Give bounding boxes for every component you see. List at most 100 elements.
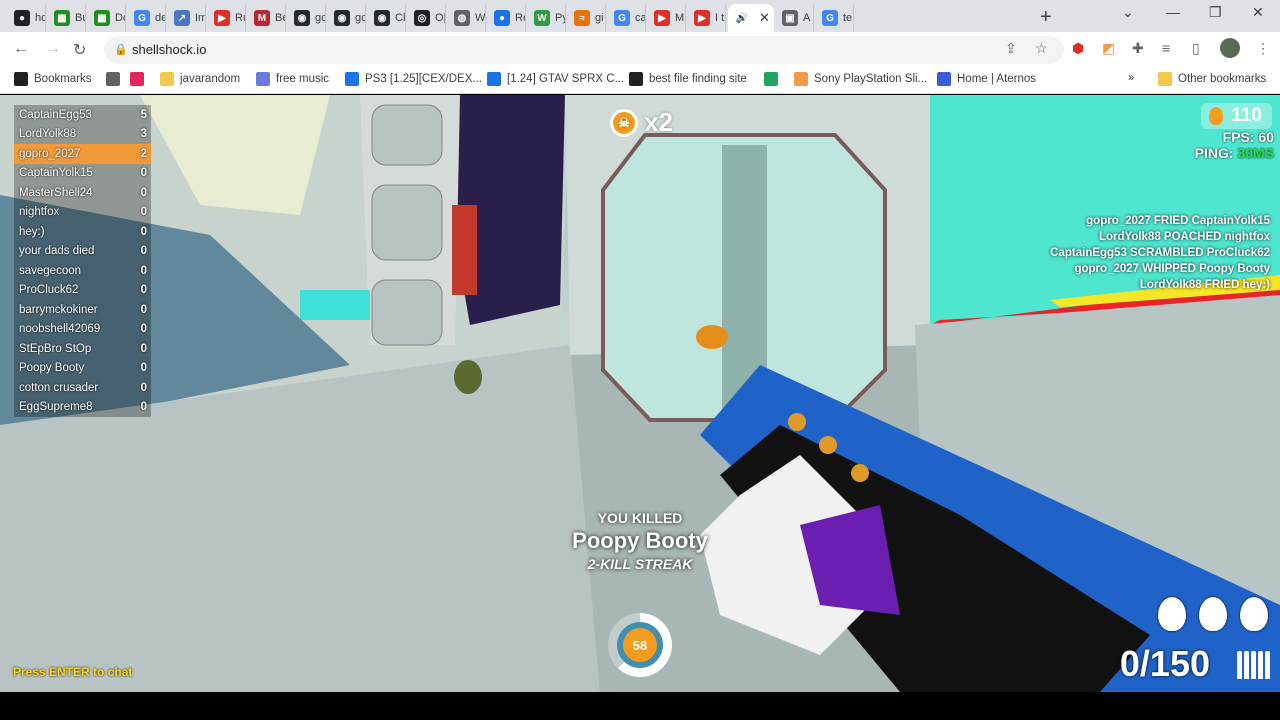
scoreboard-row: CaptainYolk15 0 [14, 163, 151, 183]
player-score: 0 [140, 284, 147, 297]
tab-title: hc [35, 12, 46, 24]
bookmark-item[interactable]: Bookmarks [14, 72, 92, 86]
forward-button[interactable]: → [45, 40, 61, 58]
close-window-button[interactable]: ✕ [1252, 4, 1264, 21]
fps-readout: FPS: 60 [1195, 129, 1274, 145]
pillar-panel [371, 279, 443, 346]
browser-tab[interactable]: Gte [816, 4, 854, 32]
tab-favicon-icon: ◎ [414, 10, 430, 26]
browser-tab[interactable]: ◍ W [448, 4, 486, 32]
browser-tab[interactable]: ▦ Dc [88, 4, 126, 32]
back-button[interactable]: ← [13, 40, 29, 58]
tab-title: Py [555, 12, 565, 24]
tab-active-audio[interactable]: 🔊 ✕ [728, 4, 774, 32]
browser-toolbar: ← → ↻ 🔒 shellshock.io ⇪ ☆ ⬢ ◩ ✚ ≡ ▯ ⋮ [0, 32, 1280, 66]
bookmark-favicon-icon [345, 72, 359, 86]
tab-title: M [675, 12, 685, 24]
extensions-puzzle-icon[interactable]: ✚ [1132, 40, 1144, 57]
tab-title: Im [195, 12, 205, 24]
other-bookmarks-folder[interactable]: Other bookmarks [1158, 72, 1266, 86]
player-score: 0 [140, 225, 147, 238]
bookmark-favicon-icon [14, 72, 28, 86]
browser-tab[interactable]: ◉ gc [328, 4, 366, 32]
bookmark-star-icon[interactable]: ☆ [1035, 40, 1048, 57]
game-viewport[interactable]: CaptainEgg53 5 LordYolk88 3 gopro_2027 2 Capta… [0, 95, 1280, 692]
bookmarks-overflow-button[interactable]: » [1128, 72, 1134, 84]
bookmark-favicon-icon [629, 72, 643, 86]
bookmark-favicon-icon [160, 72, 174, 86]
browser-tab[interactable]: ≈ gi [568, 4, 606, 32]
bookmark-item[interactable]: Home | Aternos [937, 72, 1036, 86]
perf-stats: FPS: 60 PING: 30MS [1195, 129, 1274, 161]
tab-title: Bu [75, 12, 85, 24]
extension-orange-icon[interactable]: ◩ [1102, 40, 1115, 57]
grenade-egg-icon [1199, 597, 1227, 631]
bookmark-item[interactable]: PS3 [1.25][CEX/DEX... [345, 72, 482, 86]
media-control-icon[interactable]: ≡ [1162, 40, 1170, 56]
browser-tab[interactable]: ▶ M [648, 4, 686, 32]
extension-red-icon[interactable]: ⬢ [1072, 40, 1084, 57]
ping-label: PING: [1194, 145, 1234, 161]
restore-button[interactable]: ❐ [1209, 4, 1222, 21]
scoreboard-row: savegecoon 0 [14, 261, 151, 281]
tab-search-chevron-icon[interactable]: ⌄ [1122, 4, 1134, 21]
browser-tab[interactable]: ↗ Im [168, 4, 206, 32]
tab-favicon-icon: W [534, 10, 550, 26]
bookmark-label: Bookmarks [34, 73, 92, 85]
browser-tab[interactable]: ▶ Ru [208, 4, 246, 32]
ammo-shells-icon [1235, 651, 1270, 679]
bookmark-item[interactable]: javarandom [160, 72, 240, 86]
bookmark-item[interactable] [106, 72, 126, 86]
tab-favicon-icon: ● [494, 10, 510, 26]
bookmark-item[interactable] [130, 72, 150, 86]
bookmark-label: [1.24] GTAV SPRX C... [507, 73, 625, 85]
browser-tab[interactable]: ◎ O| [408, 4, 446, 32]
scoreboard-row-self: gopro_2027 2 [14, 144, 151, 164]
ping-readout: PING: 30MS [1195, 145, 1274, 161]
player-name: nightfox [19, 206, 60, 219]
reload-button[interactable]: ↻ [73, 40, 86, 60]
share-icon[interactable]: ⇪ [1005, 40, 1017, 57]
bookmark-favicon-icon [487, 72, 501, 86]
chat-prompt[interactable]: Press ENTER to chat [13, 665, 132, 679]
side-panel-icon[interactable]: ▯ [1192, 40, 1200, 57]
scoreboard-row: StEpBro StOp 0 [14, 339, 151, 359]
bookmark-favicon-icon [764, 72, 778, 86]
tab-favicon-icon: ◍ [454, 10, 470, 26]
tab-title: gc [355, 12, 366, 24]
bookmark-item[interactable] [764, 72, 784, 86]
close-tab-icon[interactable]: ✕ [759, 10, 770, 26]
address-bar[interactable]: 🔒 shellshock.io [104, 36, 1064, 64]
browser-tab[interactable]: ▦ Bu [48, 4, 86, 32]
tab-title: W [475, 12, 486, 24]
speaker-icon: 🔊 [735, 12, 749, 24]
browser-tab[interactable]: Gca [608, 4, 646, 32]
poster [452, 205, 477, 295]
player-name: ProCluck62 [19, 284, 79, 297]
player-name: LordYolk88 [19, 128, 77, 141]
browser-tab[interactable]: M Be [248, 4, 286, 32]
new-tab-button[interactable]: + [1040, 6, 1052, 29]
browser-tab[interactable]: ● hc [8, 4, 46, 32]
pillar-panel [371, 104, 443, 166]
browser-tab[interactable]: ● Re [488, 4, 526, 32]
browser-tab[interactable]: W Py [528, 4, 566, 32]
browser-tab[interactable]: ▣ A [776, 4, 814, 32]
browser-tab[interactable]: ▶ I t [688, 4, 726, 32]
bookmark-label: free music [276, 73, 330, 85]
browser-tab[interactable]: Gde [128, 4, 166, 32]
bookmark-item[interactable]: Sony PlayStation Sli... [794, 72, 927, 86]
kill-feed-entry: CaptainEgg53 SCRAMBLED ProCluck62 [1050, 247, 1270, 259]
minimize-button[interactable]: — [1166, 4, 1180, 20]
gun-bolt [788, 413, 806, 431]
player-score: 0 [140, 362, 147, 375]
bookmark-item[interactable]: free music [256, 72, 329, 86]
browser-tab[interactable]: ◉ gc [288, 4, 326, 32]
bookmark-item[interactable]: [1.24] GTAV SPRX C... [487, 72, 624, 86]
profile-avatar[interactable] [1220, 38, 1240, 58]
bookmark-item[interactable]: best file finding site [629, 72, 747, 86]
player-name: hey:) [19, 225, 45, 238]
bookmark-favicon-icon [256, 72, 270, 86]
menu-kebab-icon[interactable]: ⋮ [1256, 40, 1270, 57]
browser-tab[interactable]: ◉ Cl [368, 4, 406, 32]
